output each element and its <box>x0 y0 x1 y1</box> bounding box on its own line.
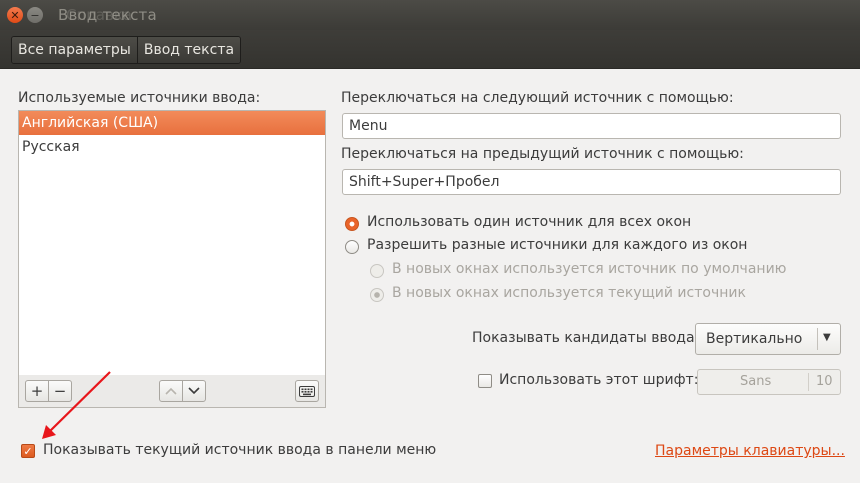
per-window-label: Разрешить разные источники для каждого и… <box>367 237 748 253</box>
show-indicator-checkbox[interactable]: ✓ <box>21 444 35 458</box>
window-title: Ввод текста <box>58 6 157 24</box>
minimize-icon[interactable]: − <box>27 7 43 23</box>
keyboard-settings-link[interactable]: Параметры клавиатуры... <box>655 443 845 459</box>
per-window-radio[interactable] <box>345 240 359 254</box>
move-up-button[interactable] <box>160 381 182 401</box>
chevron-down-icon: ▼ <box>823 332 831 343</box>
chevron-up-icon <box>165 387 177 395</box>
font-divider <box>808 373 809 391</box>
sources-label: Используемые источники ввода: <box>18 90 261 106</box>
chevron-down-icon <box>188 387 200 395</box>
font-size: 10 <box>816 374 833 389</box>
move-down-button[interactable] <box>182 381 205 401</box>
default-source-label: В новых окнах используется источник по у… <box>392 261 787 277</box>
remove-source-button[interactable]: − <box>48 381 71 401</box>
candidates-value: Вертикально <box>706 331 803 347</box>
show-indicator-label: Показывать текущий источник ввода в пане… <box>43 442 437 458</box>
window-titlebar: ✕ − Справка Ввод текста <box>0 0 860 30</box>
prev-source-label: Переключаться на предыдущий источник с п… <box>341 146 744 162</box>
breadcrumb-text-entry[interactable]: Ввод текста <box>136 37 241 63</box>
font-chooser-button[interactable]: Sans 10 <box>697 369 841 395</box>
input-sources-list[interactable]: Английская (США) Русская <box>18 110 326 376</box>
custom-font-label: Использовать этот шрифт: <box>499 372 699 388</box>
same-source-radio[interactable] <box>345 217 359 231</box>
keyboard-layout-group <box>295 380 319 402</box>
next-source-shortcut-field[interactable]: Menu <box>342 113 841 139</box>
breadcrumb: Все параметры Ввод текста <box>11 36 242 64</box>
list-toolbar: + − <box>18 375 326 408</box>
list-item[interactable]: Русская <box>19 135 325 159</box>
list-item[interactable]: Английская (США) <box>19 111 325 135</box>
breadcrumb-all-settings[interactable]: Все параметры <box>12 37 137 63</box>
candidates-dropdown[interactable]: Вертикально ▼ <box>695 323 841 355</box>
keyboard-icon <box>299 385 315 397</box>
dropdown-divider <box>817 328 818 350</box>
current-source-label: В новых окнах используется текущий источ… <box>392 285 746 301</box>
toolbar: Все параметры Ввод текста <box>0 30 860 69</box>
reorder-group <box>159 380 206 402</box>
current-source-radio[interactable] <box>370 288 384 302</box>
prev-source-shortcut-field[interactable]: Shift+Super+Пробел <box>342 169 841 195</box>
next-source-label: Переключаться на следующий источник с по… <box>341 90 734 106</box>
show-keyboard-layout-button[interactable] <box>296 381 318 401</box>
font-name: Sans <box>740 374 772 389</box>
custom-font-checkbox[interactable] <box>478 374 492 388</box>
add-remove-group: + − <box>25 380 72 402</box>
candidates-label: Показывать кандидаты ввода: <box>472 330 700 346</box>
default-source-radio[interactable] <box>370 264 384 278</box>
same-source-label: Использовать один источник для всех окон <box>367 214 692 230</box>
close-icon[interactable]: ✕ <box>7 7 23 23</box>
add-source-button[interactable]: + <box>26 381 48 401</box>
